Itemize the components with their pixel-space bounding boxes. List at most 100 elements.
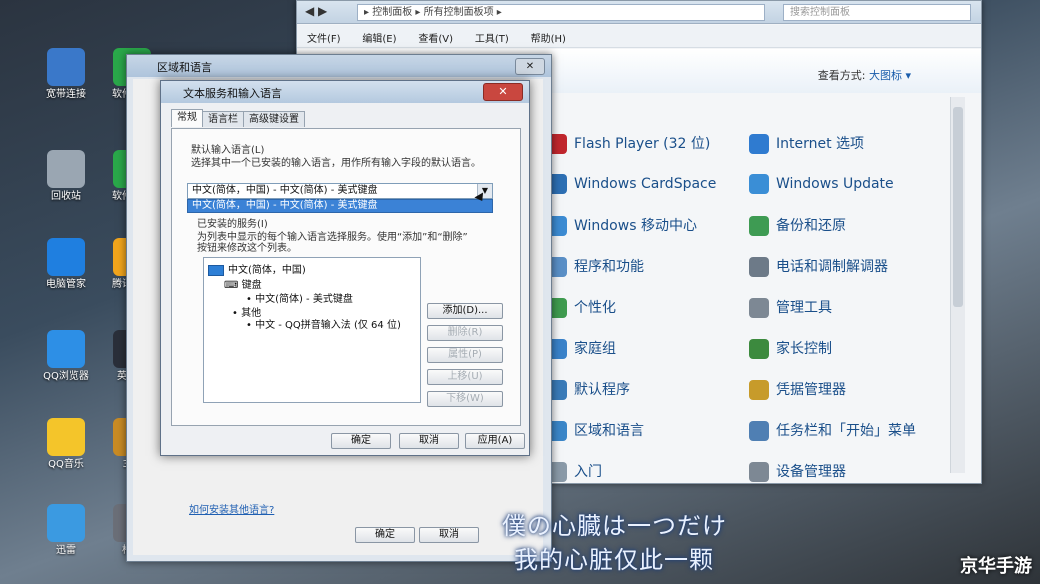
control-panel-item-label: 家长控制 xyxy=(776,341,832,357)
remove-button[interactable]: 删除(R) xyxy=(427,325,503,341)
control-panel-item-label: 备份和还原 xyxy=(776,218,846,234)
install-languages-link[interactable]: 如何安装其他语言? xyxy=(189,501,274,516)
parental-controls-icon xyxy=(749,339,769,359)
control-panel-item[interactable]: 程序和功能 xyxy=(547,256,644,280)
desktop-icon[interactable]: QQ音乐 xyxy=(30,418,102,471)
tree-node-keyboard[interactable]: ⌨ 键盘 xyxy=(224,276,262,291)
control-panel-item[interactable]: 默认程序 xyxy=(547,379,630,403)
view-by-dropdown[interactable]: 大图标 ▾ xyxy=(869,69,911,82)
control-panel-item[interactable]: Internet 选项 xyxy=(749,133,864,157)
tree-node-other-item[interactable]: • 中文 - QQ拼音输入法 (仅 64 位) xyxy=(246,316,401,331)
control-panel-item[interactable]: 入门 xyxy=(547,461,602,485)
phone-modem-icon xyxy=(749,257,769,277)
control-panel-item-label: 区域和语言 xyxy=(574,423,644,439)
dropdown-option[interactable]: 中文(简体，中国) - 中文(简体) - 美式键盘 xyxy=(187,199,493,213)
control-panel-item[interactable]: 凭据管理器 xyxy=(749,379,846,403)
breadcrumb[interactable]: ▸ 控制面板 ▸ 所有控制面板项 ▸ xyxy=(357,4,765,21)
text-services-titlebar: 文本服务和输入语言 ✕ xyxy=(161,81,529,103)
address-bar: ◀ ▶ ▸ 控制面板 ▸ 所有控制面板项 ▸ 搜索控制面板 xyxy=(297,1,981,24)
control-panel-item-label: 设备管理器 xyxy=(776,464,846,480)
control-panel-item-label: Flash Player (32 位) xyxy=(574,136,711,152)
app-icon xyxy=(47,418,85,456)
tree-node-keyboard-item[interactable]: • 中文(简体) - 美式键盘 xyxy=(246,290,353,305)
ok-button[interactable]: 确定 xyxy=(331,433,391,449)
control-panel-item[interactable]: 个性化 xyxy=(547,297,616,321)
control-panel-item-label: 任务栏和「开始」菜单 xyxy=(776,423,916,439)
backup-icon xyxy=(749,216,769,236)
menu-edit[interactable]: 编辑(E) xyxy=(362,30,396,45)
add-button[interactable]: 添加(D)... xyxy=(427,303,503,319)
control-panel-item[interactable]: Windows CardSpace xyxy=(547,174,716,198)
menu-help[interactable]: 帮助(H) xyxy=(531,30,566,45)
installed-services-tree[interactable]: 中文(简体，中国) ⌨ 键盘 • 中文(简体) - 美式键盘 • 其他 • 中文… xyxy=(203,257,421,403)
control-panel-item[interactable]: 备份和还原 xyxy=(749,215,846,239)
menu-tools[interactable]: 工具(T) xyxy=(475,30,509,45)
region-dialog-title: 区域和语言 xyxy=(157,61,212,74)
region-cancel-button[interactable]: 取消 xyxy=(419,527,479,543)
scroll-thumb[interactable] xyxy=(953,107,963,307)
lyric-japanese: 僕の心臓は一つだけ xyxy=(502,512,727,540)
combo-value: 中文(简体，中国) - 中文(简体) - 美式键盘 xyxy=(192,185,378,196)
desktop-icon[interactable]: 宽带连接 xyxy=(30,48,102,101)
tab-general[interactable]: 常规 xyxy=(171,109,203,127)
menu-file[interactable]: 文件(F) xyxy=(307,30,341,45)
control-panel-item[interactable]: 电话和调制解调器 xyxy=(749,256,888,280)
tree-node-language[interactable]: 中文(简体，中国) xyxy=(208,261,306,276)
control-panel-item-label: 电话和调制解调器 xyxy=(776,259,888,275)
keyboard-language-icon xyxy=(208,264,224,276)
lyric-chinese: 我的心脏仅此一颗 xyxy=(514,546,714,574)
move-up-button[interactable]: 上移(U) xyxy=(427,369,503,385)
desktop-icon[interactable]: 回收站 xyxy=(30,150,102,203)
cancel-button[interactable]: 取消 xyxy=(399,433,459,449)
tab-language-bar[interactable]: 语言栏 xyxy=(202,111,244,127)
control-panel-item[interactable]: 区域和语言 xyxy=(547,420,644,444)
installed-desc-2: 按钮来修改这个列表。 xyxy=(197,243,297,254)
view-by: 查看方式: 大图标 ▾ xyxy=(818,67,911,83)
properties-button[interactable]: 属性(P) xyxy=(427,347,503,363)
control-panel-item[interactable]: Windows 移动中心 xyxy=(547,215,697,239)
control-panel-item-label: Windows CardSpace xyxy=(574,176,717,192)
control-panel-item-label: 家庭组 xyxy=(574,341,616,357)
control-panel-item[interactable]: Windows Update xyxy=(749,174,894,198)
desktop-icon[interactable]: QQ浏览器 xyxy=(30,330,102,383)
app-icon xyxy=(47,238,85,276)
close-icon[interactable]: ✕ xyxy=(515,58,545,75)
control-panel-item-label: 入门 xyxy=(574,464,602,480)
region-dialog-titlebar: 区域和语言 ✕ xyxy=(127,55,551,77)
app-icon xyxy=(47,150,85,188)
taskbar-icon xyxy=(749,421,769,441)
search-input[interactable]: 搜索控制面板 xyxy=(783,4,971,21)
desktop-icon-label: 迅雷 xyxy=(56,545,76,556)
control-panel-item[interactable]: Flash Player (32 位) xyxy=(547,133,710,157)
apply-button[interactable]: 应用(A) xyxy=(465,433,525,449)
app-icon xyxy=(47,48,85,86)
region-ok-button[interactable]: 确定 xyxy=(355,527,415,543)
desktop-icon-label: QQ音乐 xyxy=(48,459,84,470)
tab-advanced-keys[interactable]: 高级键设置 xyxy=(243,111,305,127)
close-icon[interactable]: ✕ xyxy=(483,83,523,101)
control-panel-item-label: 凭据管理器 xyxy=(776,382,846,398)
scrollbar[interactable] xyxy=(950,97,965,473)
control-panel-item[interactable]: 家长控制 xyxy=(749,338,832,362)
menu-view[interactable]: 查看(V) xyxy=(418,30,453,45)
desktop-icon-label: 电脑管家 xyxy=(46,279,86,290)
windows-update-icon xyxy=(749,174,769,194)
internet-options-icon xyxy=(749,134,769,154)
keyboard-icon: ⌨ xyxy=(224,280,242,291)
control-panel-item-label: Windows 移动中心 xyxy=(574,218,697,234)
tab-strip: 常规 语言栏 高级键设置 xyxy=(171,109,305,129)
nav-arrows-icon[interactable]: ◀ ▶ xyxy=(305,4,327,18)
control-panel-item[interactable]: 家庭组 xyxy=(547,338,616,362)
device-manager-icon xyxy=(749,462,769,482)
default-lang-desc: 选择其中一个已安装的输入语言，用作所有输入字段的默认语言。 xyxy=(191,158,481,169)
text-services-title: 文本服务和输入语言 xyxy=(183,87,282,100)
control-panel-item[interactable]: 设备管理器 xyxy=(749,461,846,485)
desktop-icon[interactable]: 电脑管家 xyxy=(30,238,102,291)
default-language-select[interactable]: 中文(简体，中国) - 中文(简体) - 美式键盘 ▼ xyxy=(187,183,493,199)
control-panel-item-label: 程序和功能 xyxy=(574,259,644,275)
text-services-dialog: 文本服务和输入语言 ✕ 常规 语言栏 高级键设置 默认输入语言(L) 选择其中一个已… xyxy=(160,80,530,456)
control-panel-item[interactable]: 任务栏和「开始」菜单 xyxy=(749,420,916,444)
control-panel-item[interactable]: 管理工具 xyxy=(749,297,832,321)
desktop-icon[interactable]: 迅雷 xyxy=(30,504,102,557)
move-down-button[interactable]: 下移(W) xyxy=(427,391,503,407)
